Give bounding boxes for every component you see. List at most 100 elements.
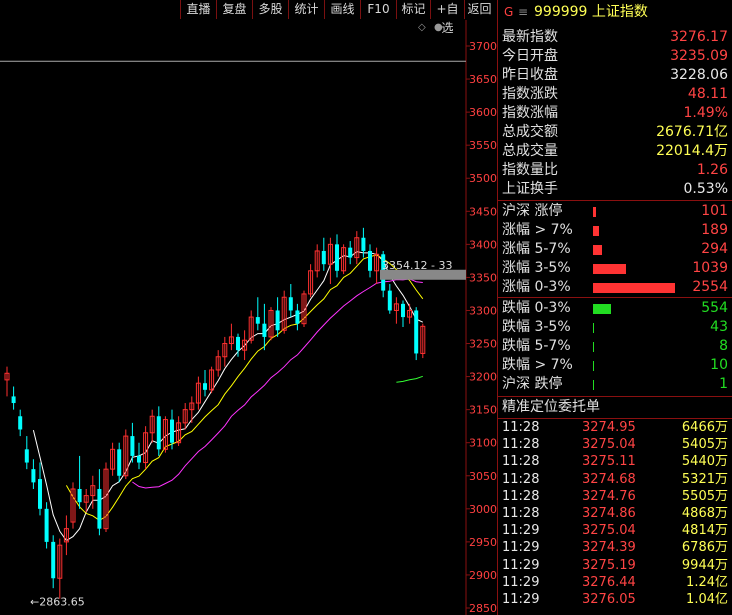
toolbar-button-7[interactable]: +自选 [430,0,464,35]
candle-body-down [401,303,405,318]
ma60-line [396,375,423,383]
y-tick-label: 3200 [469,371,497,384]
g-icon[interactable]: G [504,0,513,24]
toolbar-button-8[interactable]: 返回 [464,0,494,19]
order-row[interactable]: 11:29 3276.44 1.24亿 [498,574,732,591]
breadth-value: 8 [719,338,728,354]
toolbar-button-4[interactable]: 画线 [324,0,360,19]
quote-row: 总成交额 2676.71亿 [498,123,732,142]
order-price: 3274.95 [582,420,636,435]
y-tick-label: 3650 [469,73,497,86]
candle-body-down [236,336,240,351]
candle-body-down [387,290,392,311]
order-volume: 9944万 [681,557,728,573]
quote-label: 上证换手 [502,181,558,197]
toolbar-button-3[interactable]: 统计 [288,0,324,19]
toolbar: 直播 复盘 多股 统计 画线 F10 标记 +自选 返回 [0,0,497,35]
toolbar-button-1[interactable]: 复盘 [216,0,252,19]
breadth-down-row: 沪深 跌停 1 [498,375,732,394]
quote-row: 最新指数 3276.17 [498,28,732,47]
y-tick-label: 3000 [469,503,497,516]
order-row[interactable]: 11:28 3274.68 5321万 [498,471,732,488]
quote-row: 指数涨幅 1.49% [498,104,732,123]
y-tick-label: 2900 [469,569,497,582]
breadth-down-row: 跌幅 5-7% 8 [498,337,732,356]
candle-body-down [77,488,82,503]
candle-body-down [203,383,207,390]
breadth-value: 294 [701,241,728,257]
order-row[interactable]: 11:28 3274.76 5505万 [498,488,732,505]
toolbar-button-2[interactable]: 多股 [252,0,288,19]
quote-value: 3235.09 [670,48,728,64]
candle-body-down [44,508,49,542]
breadth-bar [593,304,611,314]
breadth-value: 2554 [692,279,728,295]
candle-body-down [51,541,56,579]
y-tick-label: 3600 [469,106,497,119]
order-time: 11:29 [502,574,540,590]
quote-value: 3228.06 [670,67,728,83]
candle-body-down [368,250,372,271]
toolbar-button-5[interactable]: F10 [360,0,396,19]
quote-value: 48.11 [687,86,728,102]
y-tick-label: 2850 [469,602,497,615]
order-row[interactable]: 11:29 3274.39 6786万 [498,539,732,556]
order-row[interactable]: 11:28 3274.86 4868万 [498,505,732,522]
candle-body-down [361,237,366,251]
order-row[interactable]: 11:28 3275.11 5440万 [498,453,732,470]
order-volume: 1.04亿 [686,592,728,607]
menu-icon[interactable]: ≡ [518,0,528,24]
quote-label: 指数涨跌 [502,86,558,102]
order-time: 11:29 [502,592,540,607]
stock-title: 999999 上证指数 [534,4,648,20]
divider [498,396,732,397]
y-tick-label: 3050 [469,470,497,483]
quote-label: 指数量比 [502,162,558,178]
candle-body-down [24,449,29,463]
candle-body-down [117,449,122,476]
breadth-label: 涨幅 0-3% [502,279,571,295]
breadth-label: 跌幅 > 7% [502,357,573,373]
candle-body-down [11,396,16,404]
kline-chart[interactable]: 3700 3650 3600 3550 3500 3450 3400 3350 3300 3250… [0,20,497,615]
y-tick-label: 3100 [469,437,497,450]
toolbar-button-6[interactable]: 标记 [396,0,430,19]
quote-value: 22014.4万 [656,143,728,159]
tooltip-label: 3354.12 - 33 [382,259,452,272]
breadth-value: 1039 [692,260,728,276]
order-price: 3275.04 [582,523,636,539]
breadth-up-row: 涨幅 > 7% 189 [498,221,732,240]
order-price: 3274.68 [582,471,636,487]
divider [498,200,732,201]
order-row[interactable]: 11:29 3275.19 9944万 [498,557,732,574]
y-tick-label: 2950 [469,536,497,549]
y-tick-label: 3500 [469,172,497,185]
quote-label: 最新指数 [502,29,558,45]
order-time: 11:29 [502,540,540,556]
candle-body-down [97,488,102,529]
order-row[interactable]: 11:28 3274.95 6466万 [498,419,732,436]
breadth-bar [593,323,594,333]
order-time: 11:28 [502,437,540,453]
breadth-up-row: 涨幅 3-5% 1039 [498,259,732,278]
y-tick-label: 3700 [469,40,497,53]
breadth-up-row: 沪深 涨停 101 [498,202,732,221]
orders-title: 精准定位委托单 [498,398,732,417]
candle-body-down [18,416,23,430]
candle-body-down [288,297,293,311]
y-tick-label: 3300 [469,304,497,317]
candle-body-down [31,469,36,483]
order-row[interactable]: 11:29 3275.04 4814万 [498,522,732,539]
quote-value: 3276.17 [670,29,728,45]
toolbar-button-0[interactable]: 直播 [180,0,216,19]
candle-body-down [335,244,339,271]
order-row[interactable]: 11:29 3276.05 1.04亿 [498,591,732,608]
order-row[interactable]: 11:28 3275.04 5405万 [498,436,732,453]
breadth-value: 101 [701,203,728,219]
breadth-bar [593,207,596,217]
candle-body-down [262,323,267,337]
candle-body-down [137,455,141,463]
breadth-value: 10 [710,357,728,373]
quote-label: 总成交额 [502,124,558,140]
quote-value: 1.26 [696,162,728,178]
